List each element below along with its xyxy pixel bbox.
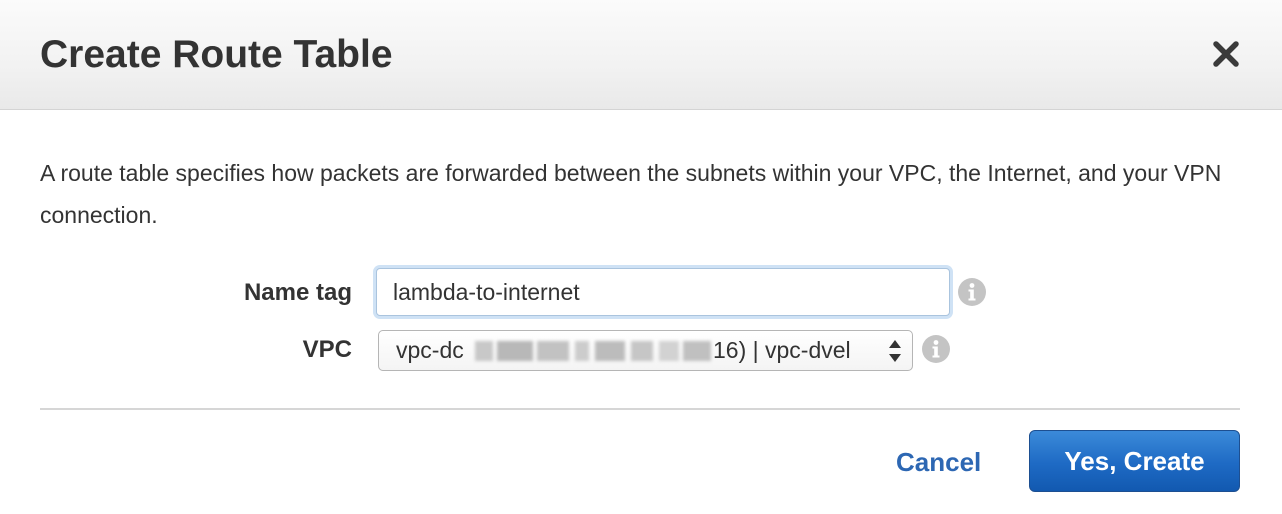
footer-divider — [40, 408, 1240, 410]
vpc-select[interactable]: vpc-dc 16) | vpc-dvel — [378, 330, 913, 371]
name-tag-label: Name tag — [243, 279, 352, 306]
vpc-value-suffix: 16) | vpc-dvel — [713, 337, 851, 363]
yes-create-button[interactable]: Yes, Create — [1029, 430, 1240, 492]
vpc-label: VPC — [302, 336, 352, 363]
dialog-description: A route table specifies how packets are … — [40, 160, 1222, 228]
chevron-up-down-icon — [889, 340, 901, 362]
close-button[interactable] — [1208, 36, 1244, 72]
create-route-table-dialog: Create Route Table A route table specifi… — [0, 0, 1282, 514]
vpc-value-prefix: vpc-dc — [396, 337, 464, 363]
vpc-redacted-block — [475, 339, 711, 363]
dialog-title: Create Route Table — [40, 33, 393, 76]
close-icon — [1213, 41, 1239, 67]
info-icon[interactable] — [957, 277, 987, 307]
cancel-button[interactable]: Cancel — [896, 444, 981, 480]
name-tag-input[interactable] — [376, 268, 950, 316]
dialog-header: Create Route Table — [0, 0, 1282, 110]
info-icon[interactable] — [921, 334, 951, 364]
